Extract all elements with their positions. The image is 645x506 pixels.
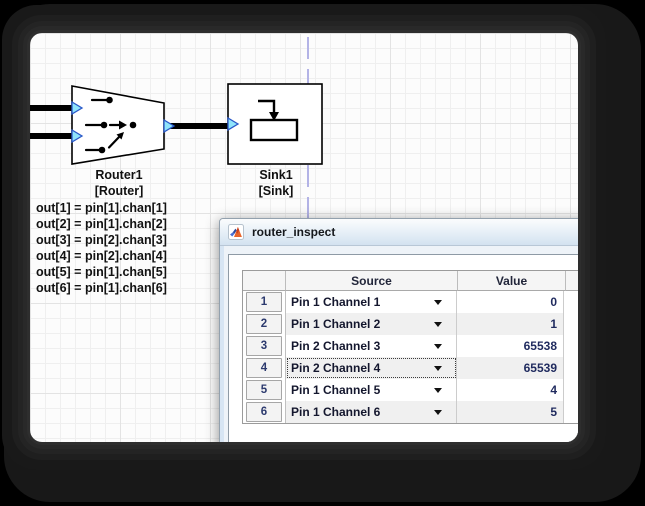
router-label[interactable]: Router1 [Router] bbox=[68, 167, 170, 199]
row-filler-cell bbox=[564, 291, 578, 313]
table-header-row: Source Value bbox=[243, 271, 578, 291]
caret-down-icon[interactable] bbox=[434, 300, 442, 309]
row-filler-cell bbox=[564, 401, 578, 423]
row-number[interactable]: 1 bbox=[246, 292, 282, 312]
row-filler-cell bbox=[564, 357, 578, 379]
corner-header-cell bbox=[243, 271, 286, 291]
row-number[interactable]: 4 bbox=[246, 358, 282, 378]
row-filler-cell bbox=[564, 335, 578, 357]
row-number-cell: 2 bbox=[243, 313, 286, 335]
annotation-line: out[4] = pin[2].chan[4] bbox=[36, 248, 167, 264]
simulink-model-canvas[interactable]: Router1 [Router] Sink1 [Sink] out[1] = p… bbox=[30, 33, 578, 442]
source-cell-label: Pin 2 Channel 3 bbox=[291, 339, 380, 353]
table-row: 4 Pin 2 Channel 4 65539 bbox=[243, 357, 578, 379]
caret-down-icon[interactable] bbox=[434, 388, 442, 397]
source-cell[interactable]: Pin 2 Channel 4 bbox=[286, 357, 457, 379]
row-number-cell: 1 bbox=[243, 291, 286, 313]
value-cell[interactable]: 65539 bbox=[457, 357, 564, 379]
window-title: router_inspect bbox=[252, 225, 335, 239]
annotation-line: out[6] = pin[1].chan[6] bbox=[36, 280, 167, 296]
source-cell-label: Pin 1 Channel 1 bbox=[291, 295, 380, 309]
value-cell[interactable]: 5 bbox=[457, 401, 564, 423]
sink-block-body[interactable] bbox=[228, 84, 322, 164]
table-row: 2 Pin 1 Channel 2 1 bbox=[243, 313, 578, 335]
sink-block[interactable] bbox=[226, 81, 326, 169]
router-block[interactable] bbox=[68, 83, 178, 171]
column-header-value[interactable]: Value bbox=[458, 271, 566, 291]
caret-down-icon[interactable] bbox=[434, 410, 442, 419]
row-number-cell: 3 bbox=[243, 335, 286, 357]
value-cell[interactable]: 0 bbox=[457, 291, 564, 313]
source-cell-label: Pin 1 Channel 6 bbox=[291, 405, 380, 419]
row-number[interactable]: 3 bbox=[246, 336, 282, 356]
routing-annotation-text[interactable]: out[1] = pin[1].chan[1]out[2] = pin[1].c… bbox=[36, 200, 167, 296]
source-cell-label: Pin 1 Channel 5 bbox=[291, 383, 380, 397]
row-number[interactable]: 2 bbox=[246, 314, 282, 334]
header-filler-cell bbox=[566, 271, 578, 291]
row-filler-cell bbox=[564, 379, 578, 401]
annotation-line: out[2] = pin[1].chan[2] bbox=[36, 216, 167, 232]
table-row: 5 Pin 1 Channel 5 4 bbox=[243, 379, 578, 401]
source-cell-label: Pin 1 Channel 2 bbox=[291, 317, 380, 331]
caret-down-icon[interactable] bbox=[434, 344, 442, 353]
source-cell[interactable]: Pin 1 Channel 5 bbox=[286, 379, 457, 401]
sink-name-label[interactable]: Sink1 bbox=[226, 167, 326, 183]
input-signal-wire-1[interactable] bbox=[30, 105, 72, 111]
caret-down-icon[interactable] bbox=[434, 322, 442, 331]
annotation-line: out[3] = pin[2].chan[3] bbox=[36, 232, 167, 248]
value-cell[interactable]: 4 bbox=[457, 379, 564, 401]
row-number-cell: 5 bbox=[243, 379, 286, 401]
input-signal-wire-2[interactable] bbox=[30, 133, 72, 139]
annotation-line: out[1] = pin[1].chan[1] bbox=[36, 200, 167, 216]
row-number[interactable]: 5 bbox=[246, 380, 282, 400]
source-cell-label: Pin 2 Channel 4 bbox=[291, 361, 380, 375]
screenshot-frame: Router1 [Router] Sink1 [Sink] out[1] = p… bbox=[0, 0, 645, 506]
annotation-line: out[5] = pin[1].chan[5] bbox=[36, 264, 167, 280]
table-row: 1 Pin 1 Channel 1 0 bbox=[243, 291, 578, 313]
source-value-table: Source Value 1 Pin 1 Channel 1 0 2 Pin 1 Cha… bbox=[242, 270, 578, 424]
value-cell[interactable]: 1 bbox=[457, 313, 564, 335]
value-cell[interactable]: 65538 bbox=[457, 335, 564, 357]
source-cell[interactable]: Pin 2 Channel 3 bbox=[286, 335, 457, 357]
row-number-cell: 4 bbox=[243, 357, 286, 379]
caret-down-icon[interactable] bbox=[434, 366, 442, 375]
router-type-label[interactable]: [Router] bbox=[68, 183, 170, 199]
router-output-port[interactable] bbox=[164, 120, 174, 132]
table-row: 6 Pin 1 Channel 6 5 bbox=[243, 401, 578, 423]
window-titlebar[interactable]: router_inspect bbox=[220, 219, 578, 246]
source-cell[interactable]: Pin 1 Channel 2 bbox=[286, 313, 457, 335]
table-row: 3 Pin 2 Channel 3 65538 bbox=[243, 335, 578, 357]
sink-type-label[interactable]: [Sink] bbox=[226, 183, 326, 199]
router-name-label[interactable]: Router1 bbox=[68, 167, 170, 183]
column-header-source[interactable]: Source bbox=[286, 271, 458, 291]
row-number[interactable]: 6 bbox=[246, 402, 282, 422]
source-cell[interactable]: Pin 1 Channel 6 bbox=[286, 401, 457, 423]
sink-label[interactable]: Sink1 [Sink] bbox=[226, 167, 326, 199]
row-number-cell: 6 bbox=[243, 401, 286, 423]
row-filler-cell bbox=[564, 313, 578, 335]
router-inspect-window[interactable]: router_inspect Source Value 1 Pin 1 Chann… bbox=[219, 218, 578, 442]
source-cell[interactable]: Pin 1 Channel 1 bbox=[286, 291, 457, 313]
table-panel: Source Value 1 Pin 1 Channel 1 0 2 Pin 1 Cha… bbox=[228, 254, 578, 442]
window-client-area: Source Value 1 Pin 1 Channel 1 0 2 Pin 1 Cha… bbox=[224, 246, 578, 442]
matlab-logo-icon bbox=[228, 224, 244, 240]
